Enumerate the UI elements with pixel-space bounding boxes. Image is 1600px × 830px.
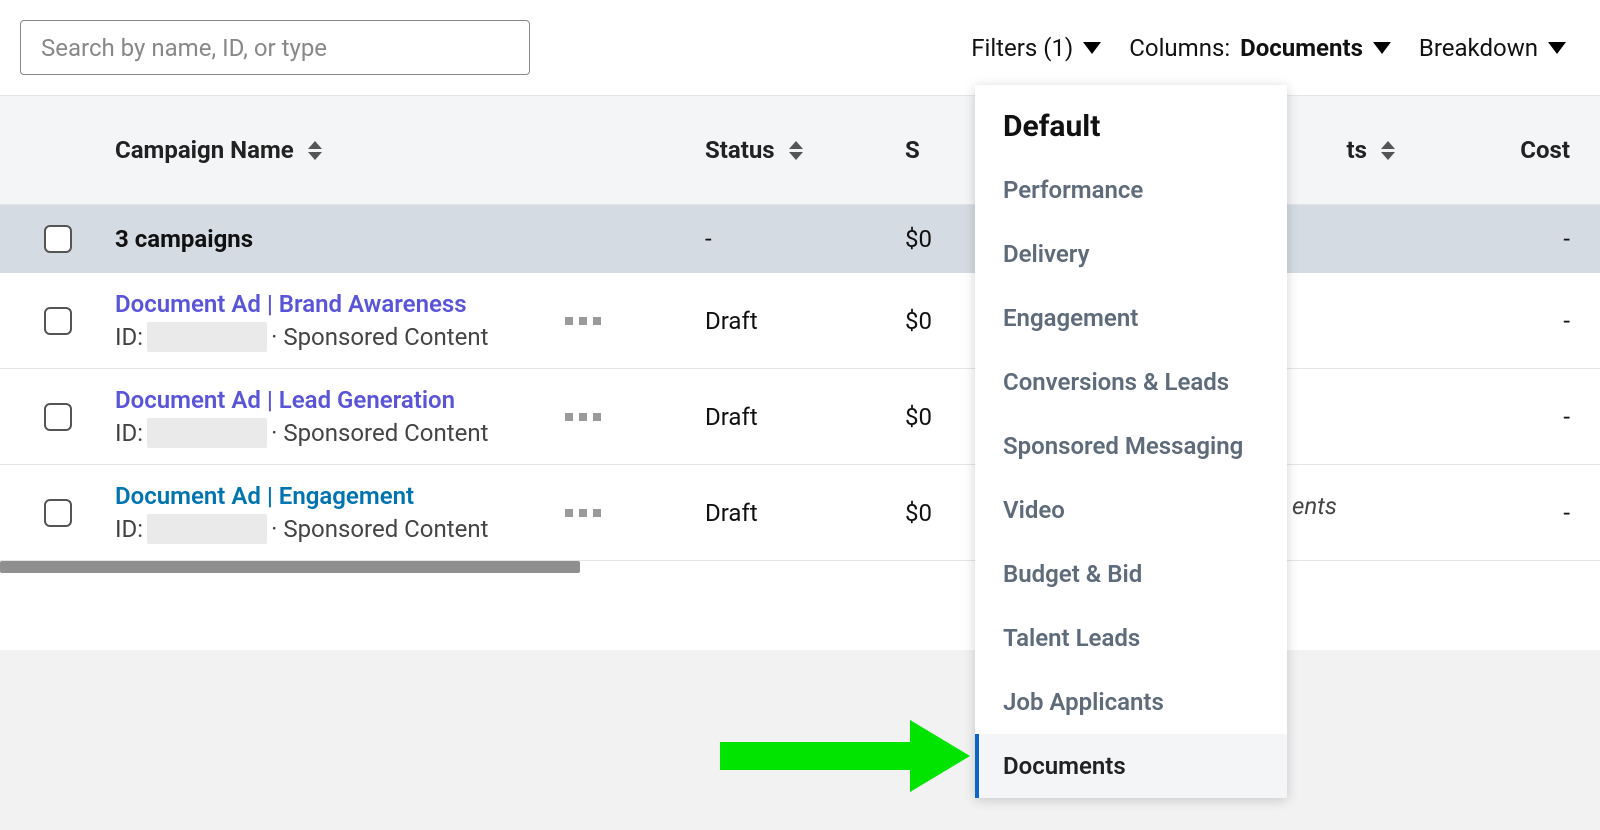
redacted-id: [147, 322, 267, 352]
dropdown-item[interactable]: Documents: [975, 734, 1287, 798]
caret-down-icon: [1548, 42, 1566, 54]
breakdown-button[interactable]: Breakdown: [1415, 28, 1570, 68]
header-ts[interactable]: ts: [1285, 136, 1395, 164]
row-status: Draft: [705, 403, 758, 431]
row-status: Draft: [705, 499, 758, 527]
columns-dropdown: Default PerformanceDeliveryEngagementCon…: [975, 85, 1287, 798]
dropdown-header: Default: [975, 109, 1287, 158]
campaign-table: Campaign Name Status S ts Cost 3 campaig…: [0, 95, 1600, 573]
dropdown-item[interactable]: Performance: [975, 158, 1287, 222]
row-checkbox[interactable]: [44, 499, 72, 527]
campaign-subline: ID: · Sponsored Content: [115, 418, 488, 448]
dropdown-item[interactable]: Sponsored Messaging: [975, 414, 1287, 478]
row-s: $0: [905, 499, 932, 527]
header-status[interactable]: Status: [705, 136, 905, 164]
summary-label: 3 campaigns: [115, 225, 253, 253]
more-icon[interactable]: [565, 413, 705, 421]
campaign-subline: ID: · Sponsored Content: [115, 514, 488, 544]
row-cost: -: [1563, 499, 1570, 527]
row-checkbox[interactable]: [44, 307, 72, 335]
row-cost: -: [1563, 403, 1570, 431]
dropdown-item[interactable]: Talent Leads: [975, 606, 1287, 670]
filters-label: Filters (1): [971, 34, 1073, 62]
summary-status: -: [705, 225, 712, 253]
columns-button[interactable]: Columns: Documents: [1125, 28, 1395, 68]
header-campaign-name[interactable]: Campaign Name: [115, 136, 565, 164]
columns-value: Documents: [1240, 34, 1363, 62]
table-header-row: Campaign Name Status S ts Cost: [0, 95, 1600, 205]
summary-s: $0: [905, 225, 932, 253]
sort-icon: [1381, 141, 1395, 160]
columns-prefix: Columns:: [1129, 34, 1230, 62]
summary-cost: -: [1563, 225, 1570, 253]
row-cost: -: [1563, 307, 1570, 335]
redacted-id: [147, 514, 267, 544]
header-label: Cost: [1520, 136, 1570, 164]
header-label: Status: [705, 136, 775, 164]
caret-down-icon: [1083, 42, 1101, 54]
row-checkbox[interactable]: [44, 403, 72, 431]
sort-icon: [789, 141, 803, 160]
row-s: $0: [905, 307, 932, 335]
header-label: S: [905, 136, 920, 164]
breakdown-label: Breakdown: [1419, 34, 1538, 62]
annotation-arrow: [720, 720, 970, 792]
caret-down-icon: [1373, 42, 1391, 54]
search-input[interactable]: Search by name, ID, or type: [20, 20, 530, 75]
header-cost[interactable]: Cost: [1395, 136, 1600, 164]
dropdown-item[interactable]: Job Applicants: [975, 670, 1287, 734]
select-all-checkbox[interactable]: [44, 225, 72, 253]
filters-button[interactable]: Filters (1): [967, 28, 1105, 68]
toolbar: Search by name, ID, or type Filters (1) …: [0, 0, 1600, 95]
dropdown-item[interactable]: Budget & Bid: [975, 542, 1287, 606]
more-icon[interactable]: [565, 509, 705, 517]
row-status: Draft: [705, 307, 758, 335]
campaign-link[interactable]: Document Ad | Lead Generation: [115, 386, 455, 414]
header-label: Campaign Name: [115, 136, 294, 164]
dropdown-item[interactable]: Video: [975, 478, 1287, 542]
summary-row: 3 campaigns - $0 -: [0, 205, 1600, 273]
campaign-subline: ID: · Sponsored Content: [115, 322, 488, 352]
table-row: Document Ad | Engagement ID: · Sponsored…: [0, 465, 1600, 561]
more-icon[interactable]: [565, 317, 705, 325]
table-row: Document Ad | Brand Awareness ID: · Spon…: [0, 273, 1600, 369]
dropdown-item[interactable]: Delivery: [975, 222, 1287, 286]
dropdown-item[interactable]: Engagement: [975, 286, 1287, 350]
search-placeholder: Search by name, ID, or type: [41, 34, 327, 62]
campaign-link[interactable]: Document Ad | Brand Awareness: [115, 290, 467, 318]
partial-text: ents: [1292, 492, 1337, 520]
campaign-link[interactable]: Document Ad | Engagement: [115, 482, 414, 510]
row-s: $0: [905, 403, 932, 431]
horizontal-scrollbar[interactable]: [0, 561, 580, 573]
header-label: ts: [1347, 136, 1367, 164]
sort-icon: [308, 141, 322, 160]
redacted-id: [147, 418, 267, 448]
table-row: Document Ad | Lead Generation ID: · Spon…: [0, 369, 1600, 465]
dropdown-item[interactable]: Conversions & Leads: [975, 350, 1287, 414]
